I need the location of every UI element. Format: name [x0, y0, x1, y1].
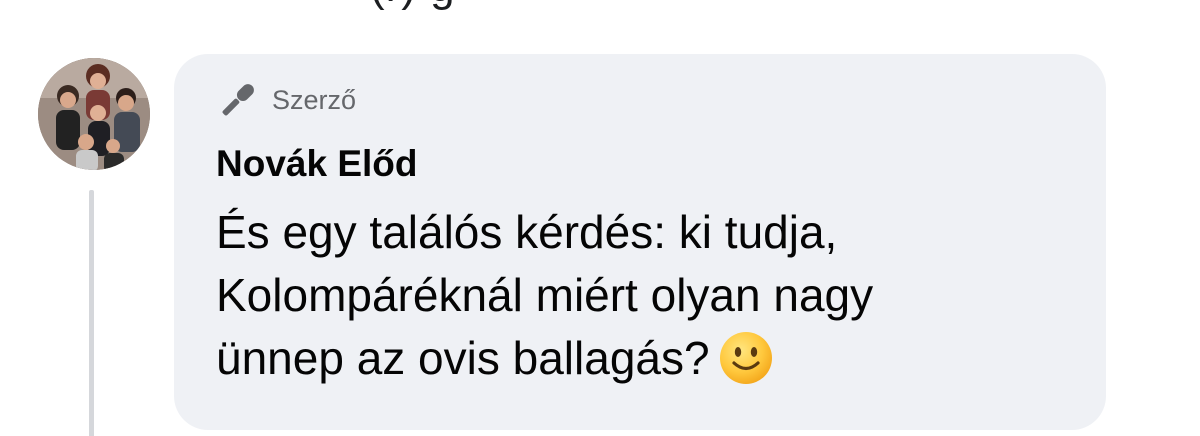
author-badge: Szerző	[216, 80, 356, 120]
comment-text-line: ünnep az ovis ballagás?	[216, 332, 710, 384]
previous-comment-text: (r) g	[370, 0, 456, 12]
comment-body: És egy találós kérdés: ki tudja, Kolompá…	[216, 201, 1076, 390]
thread-connector-line	[89, 190, 94, 436]
comment-text-line: Kolompáréknál miért olyan nagy	[216, 269, 874, 321]
slightly-smiling-face-icon	[719, 332, 772, 384]
comment-text-line: És egy találós kérdés: ki tudja,	[216, 206, 838, 258]
avatar[interactable]	[38, 58, 150, 170]
avatar-photo	[38, 58, 150, 170]
author-badge-label: Szerző	[272, 84, 357, 115]
comment-thread: (r) g	[0, 0, 1200, 436]
comment-text-line-last: ünnep az ovis ballagás?	[216, 327, 1076, 390]
microphone-icon	[222, 84, 254, 116]
comment-author-name[interactable]: Novák Előd	[216, 143, 418, 185]
